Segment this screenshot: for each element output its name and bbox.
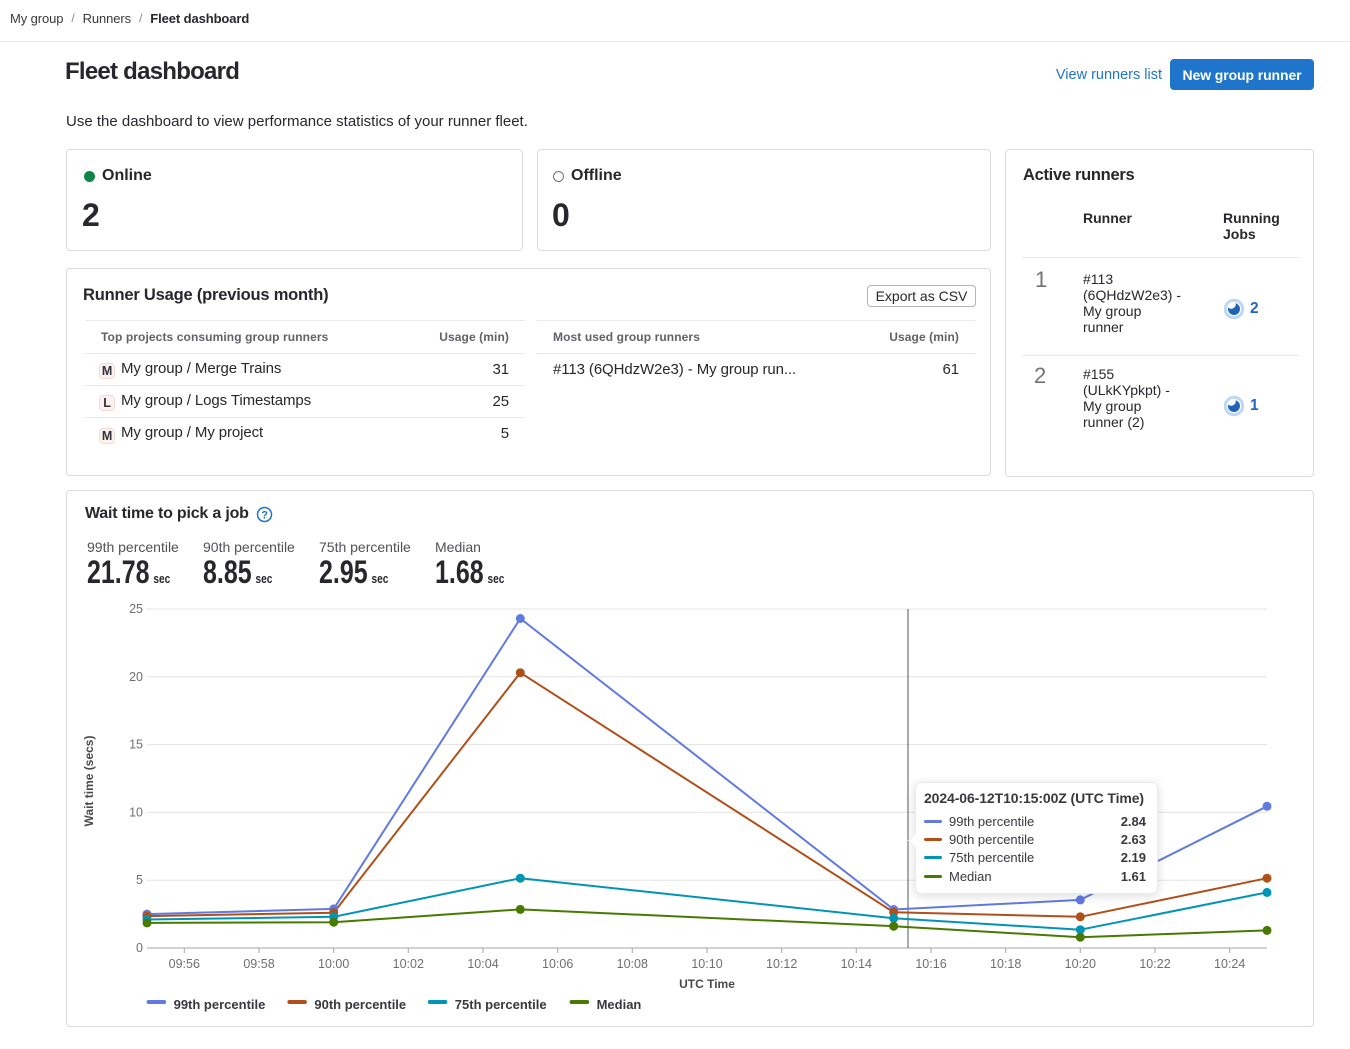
svg-text:Wait time (secs): Wait time (secs) [82,736,96,827]
svg-text:10:18: 10:18 [990,957,1021,971]
svg-text:10:10: 10:10 [691,957,722,971]
svg-text:15: 15 [129,738,143,752]
svg-text:10:22: 10:22 [1139,957,1170,971]
svg-text:10:20: 10:20 [1065,957,1096,971]
svg-text:25: 25 [129,602,143,616]
svg-text:75th percentile: 75th percentile [455,997,547,1012]
svg-text:10:12: 10:12 [766,957,797,971]
svg-text:09:58: 09:58 [243,957,274,971]
svg-text:09:56: 09:56 [169,957,200,971]
svg-text:10: 10 [129,805,143,819]
svg-text:5: 5 [136,873,143,887]
svg-text:10:14: 10:14 [841,957,872,971]
svg-text:10:02: 10:02 [393,957,424,971]
svg-text:10:24: 10:24 [1214,957,1245,971]
svg-text:99th percentile: 99th percentile [174,997,266,1012]
svg-text:10:16: 10:16 [915,957,946,971]
svg-text:20: 20 [129,670,143,684]
svg-text:Median: Median [597,997,642,1012]
svg-text:UTC Time: UTC Time [679,977,735,991]
svg-text:10:06: 10:06 [542,957,573,971]
svg-text:90th percentile: 90th percentile [314,997,406,1012]
svg-text:10:04: 10:04 [467,957,498,971]
svg-text:10:08: 10:08 [617,957,648,971]
svg-text:10:00: 10:00 [318,957,349,971]
svg-text:0: 0 [136,941,143,955]
